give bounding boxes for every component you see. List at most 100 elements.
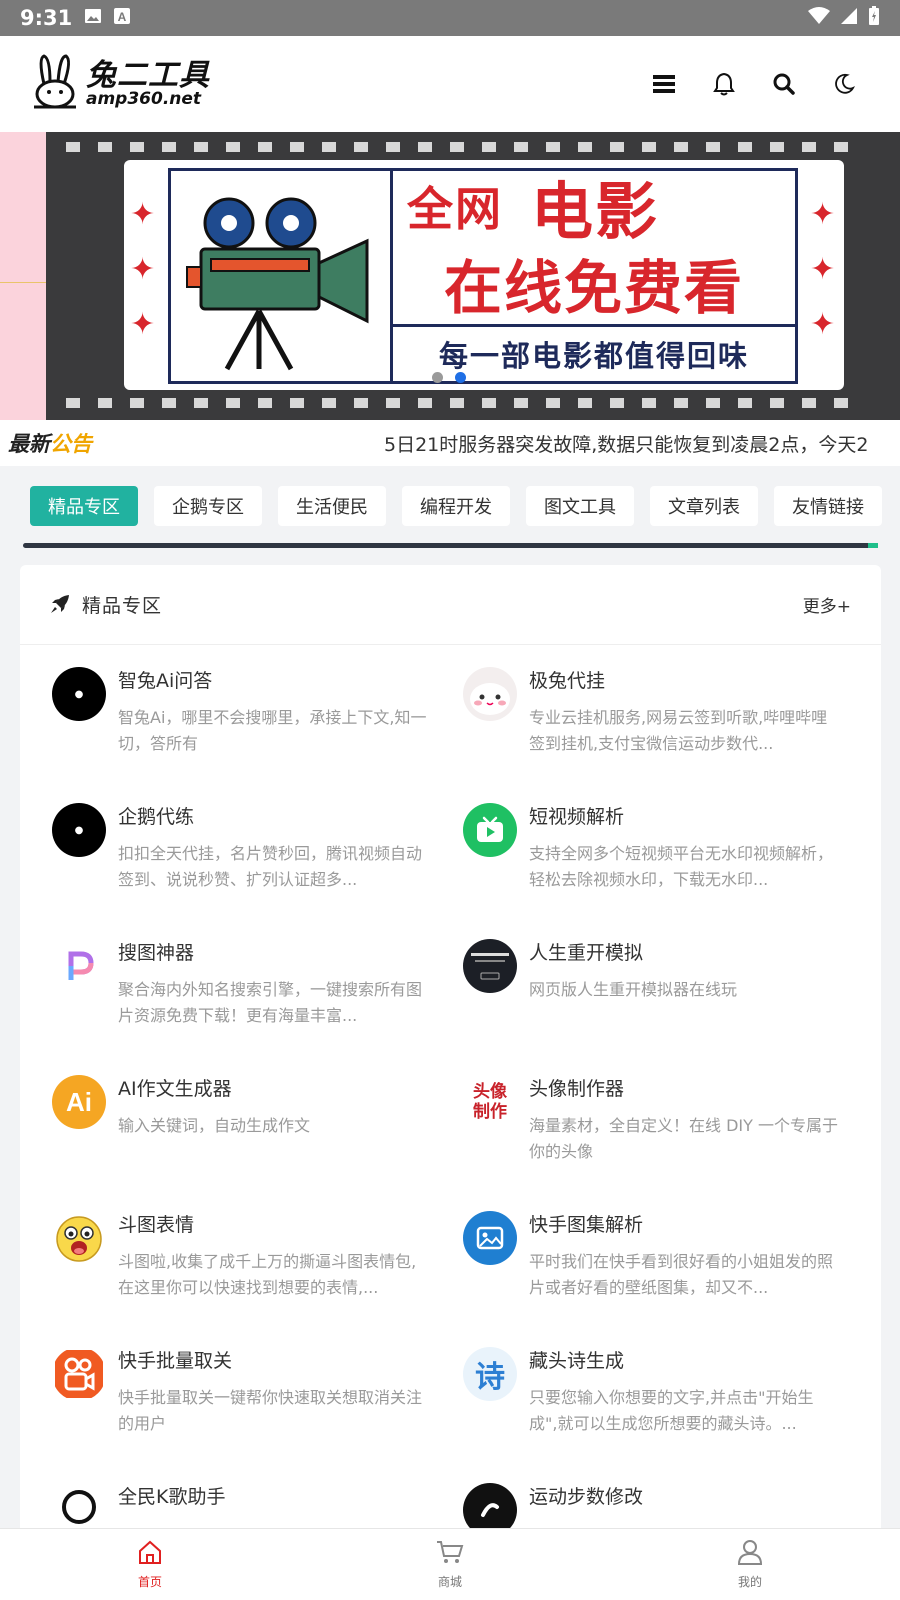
- rabbit-face-icon: [463, 667, 517, 721]
- image-gallery-icon: [463, 1211, 517, 1265]
- section-header: 精品专区 更多+: [20, 565, 881, 645]
- announcement-message[interactable]: 5日21时服务器突发故障,数据只能恢复到凌晨2点，今天2: [384, 430, 868, 457]
- item-desc: 专业云挂机服务,网易云签到听歌,哔哩哔哩签到挂机,支付宝微信运动步数代...: [529, 708, 828, 753]
- logo-english-text: amp360.net: [86, 88, 202, 109]
- avatar-maker-icon: 头像制作: [463, 1075, 517, 1129]
- home-icon: [137, 1539, 163, 1569]
- image-notification-icon: [84, 8, 102, 28]
- banner-headline-1a: 全网: [407, 182, 503, 236]
- kuaishou-icon: [52, 1347, 106, 1401]
- section-title: 精品专区: [82, 595, 163, 617]
- film-strip-bottom: [46, 398, 900, 412]
- item-desc: 支持全网多个短视频平台无水印视频解析，轻松去除视频水印，下载无水印...: [529, 844, 834, 889]
- signal-icon: [840, 7, 858, 29]
- game-thumbnail-icon: [463, 939, 517, 993]
- nav-home[interactable]: 首页: [0, 1529, 300, 1600]
- film-strip-top: [46, 142, 900, 156]
- item-name: 快手图集解析: [529, 1214, 644, 1236]
- category-tabs: 精品专区 企鹅专区 生活便民 编程开发 图文工具 文章列表 友情链接: [30, 486, 900, 526]
- app-header: 兔二工具 amp360.net: [0, 36, 900, 132]
- p-letter-icon: [52, 939, 106, 993]
- sparkle-icon: ✦: [130, 307, 156, 342]
- item-name: 运动步数修改: [529, 1486, 644, 1508]
- item-desc: 智兔Ai，哪里不会搜哪里，承接上下文,知一切，答所有: [118, 708, 427, 753]
- item-name: 人生重开模拟: [529, 942, 644, 964]
- tabs-scrollbar[interactable]: [23, 543, 878, 548]
- battery-icon: [868, 6, 880, 30]
- item-desc: 输入关键词，自动生成作文: [118, 1116, 311, 1135]
- black-circle-icon: ●: [52, 803, 106, 857]
- emoji-face-icon: [52, 1211, 106, 1265]
- sparkle-icon: ✦: [130, 252, 156, 287]
- carousel-dot[interactable]: [432, 372, 443, 383]
- item-name: 头像制作器: [529, 1078, 625, 1100]
- ai-badge-icon: Ai: [52, 1075, 106, 1129]
- item-name: 极兔代挂: [529, 670, 606, 692]
- dark-mode-moon-icon[interactable]: [832, 72, 856, 96]
- item-name: 藏头诗生成: [529, 1350, 625, 1372]
- list-item-jitu[interactable]: 极兔代挂 专业云挂机服务,网易云签到听歌,哔哩哔哩签到挂机,支付宝微信运动步数代…: [463, 647, 863, 767]
- featured-section-card: 精品专区 更多+ ● 智兔Ai问答 智兔Ai，哪里不会搜哪里，承接上下文,知一切…: [20, 565, 881, 1600]
- tab-programming[interactable]: 编程开发: [402, 486, 510, 526]
- bell-icon[interactable]: [712, 72, 736, 96]
- list-item-ai-essay[interactable]: Ai AI作文生成器 输入关键词，自动生成作文: [52, 1055, 452, 1175]
- banner-headline-1b: 电影: [531, 175, 660, 248]
- list-item-zhitu-ai[interactable]: ● 智兔Ai问答 智兔Ai，哪里不会搜哪里，承接上下文,知一切，答所有: [52, 647, 452, 767]
- movie-camera-icon: [171, 171, 393, 381]
- banner-headline-2: 在线免费看: [393, 241, 795, 327]
- status-bar: 9:31 A: [0, 0, 900, 36]
- list-item-acrostic-poem[interactable]: 诗 藏头诗生成 只要您输入你想要的文字,并点击"开始生成",就可以生成您所想要的…: [463, 1327, 863, 1447]
- status-time: 9:31: [20, 6, 73, 30]
- tab-links[interactable]: 友情链接: [774, 486, 882, 526]
- list-item-video-parse[interactable]: 短视频解析 支持全网多个短视频平台无水印视频解析，轻松去除视频水印，下载无水印.…: [463, 783, 863, 903]
- sparkle-icon: ✦: [130, 197, 156, 232]
- nav-home-label: 首页: [137, 1575, 162, 1589]
- more-link[interactable]: 更多+: [803, 592, 851, 617]
- item-name: 短视频解析: [529, 806, 625, 828]
- carousel-dot-active[interactable]: [455, 372, 466, 383]
- list-item-life-restart[interactable]: 人生重开模拟 网页版人生重开模拟器在线玩: [463, 919, 863, 1039]
- tab-life[interactable]: 生活便民: [278, 486, 386, 526]
- svg-text:A: A: [118, 10, 127, 24]
- tab-image-text[interactable]: 图文工具: [526, 486, 634, 526]
- item-desc: 斗图啦,收集了成千上万的撕逼斗图表情包,在这里你可以快速找到想要的表情,...: [118, 1252, 417, 1297]
- list-item-kuaishou-unfollow[interactable]: 快手批量取关 快手批量取关一键帮你快速取关想取消关注的用户: [52, 1327, 452, 1447]
- nav-shop-label: 商城: [437, 1575, 462, 1589]
- nav-profile[interactable]: 我的: [600, 1529, 900, 1600]
- item-desc: 只要您输入你想要的文字,并点击"开始生成",就可以生成您所想要的藏头诗。...: [529, 1388, 814, 1433]
- banner-carousel[interactable]: ✦ ✦ ✦ ✦ ✦ ✦ 全网 电影 在线免费看 每一部电影都值得回味: [0, 132, 900, 420]
- item-desc: 平时我们在快手看到很好看的小姐姐发的照片或者好看的壁纸图集，却又不...: [529, 1252, 834, 1297]
- tab-penguin[interactable]: 企鹅专区: [154, 486, 262, 526]
- logo-chinese-text: 兔二工具: [86, 57, 210, 93]
- user-icon: [737, 1539, 763, 1569]
- item-name: 斗图表情: [118, 1214, 195, 1236]
- tab-articles[interactable]: 文章列表: [650, 486, 758, 526]
- item-desc: 网页版人生重开模拟器在线玩: [529, 980, 738, 999]
- sparkle-icon: ✦: [810, 307, 836, 342]
- item-desc: 快手批量取关一键帮你快速取关想取消关注的用户: [118, 1388, 423, 1433]
- site-logo[interactable]: 兔二工具 amp360.net: [30, 54, 210, 114]
- list-item-avatar-maker[interactable]: 头像制作 头像制作器 海量素材，全自定义！在线 DIY 一个专属于你的头像: [463, 1055, 863, 1175]
- list-item-image-search[interactable]: 搜图神器 聚合海内外知名搜索引擎，一键搜索所有图片资源免费下载！更有海量丰富..…: [52, 919, 452, 1039]
- list-item-penguin-boost[interactable]: ● 企鹅代练 扣扣全天代挂，名片赞秒回，腾讯视频自动签到、说说秒赞、扩列认证超多…: [52, 783, 452, 903]
- list-item-meme[interactable]: 斗图表情 斗图啦,收集了成千上万的撕逼斗图表情包,在这里你可以快速找到想要的表情…: [52, 1191, 452, 1311]
- announcement-label: 最新公告: [8, 432, 92, 456]
- nav-shop[interactable]: 商城: [300, 1529, 600, 1600]
- search-icon[interactable]: [772, 72, 796, 96]
- cart-icon: [436, 1539, 464, 1569]
- menu-icon[interactable]: [652, 72, 676, 96]
- announcement-bar[interactable]: 最新公告 5日21时服务器突发故障,数据只能恢复到凌晨2点，今天2: [0, 420, 900, 466]
- wifi-icon: [808, 7, 830, 29]
- movie-ticket-graphic: ✦ ✦ ✦ ✦ ✦ ✦ 全网 电影 在线免费看 每一部电影都值得回味: [124, 160, 844, 390]
- rabbit-logo-icon: [30, 54, 82, 114]
- item-desc: 海量素材，全自定义！在线 DIY 一个专属于你的头像: [529, 1116, 838, 1161]
- sparkle-icon: ✦: [810, 252, 836, 287]
- rocket-icon: [50, 594, 72, 616]
- item-name: 全民K歌助手: [118, 1486, 226, 1508]
- previous-slide-peek: [0, 132, 46, 420]
- item-desc: 聚合海内外知名搜索引擎，一键搜索所有图片资源免费下载！更有海量丰富...: [118, 980, 423, 1025]
- nav-profile-label: 我的: [737, 1575, 762, 1589]
- item-name: 搜图神器: [118, 942, 195, 964]
- tab-featured[interactable]: 精品专区: [30, 486, 138, 526]
- list-item-kuaishou-gallery[interactable]: 快手图集解析 平时我们在快手看到很好看的小姐姐发的照片或者好看的壁纸图集，却又不…: [463, 1191, 863, 1311]
